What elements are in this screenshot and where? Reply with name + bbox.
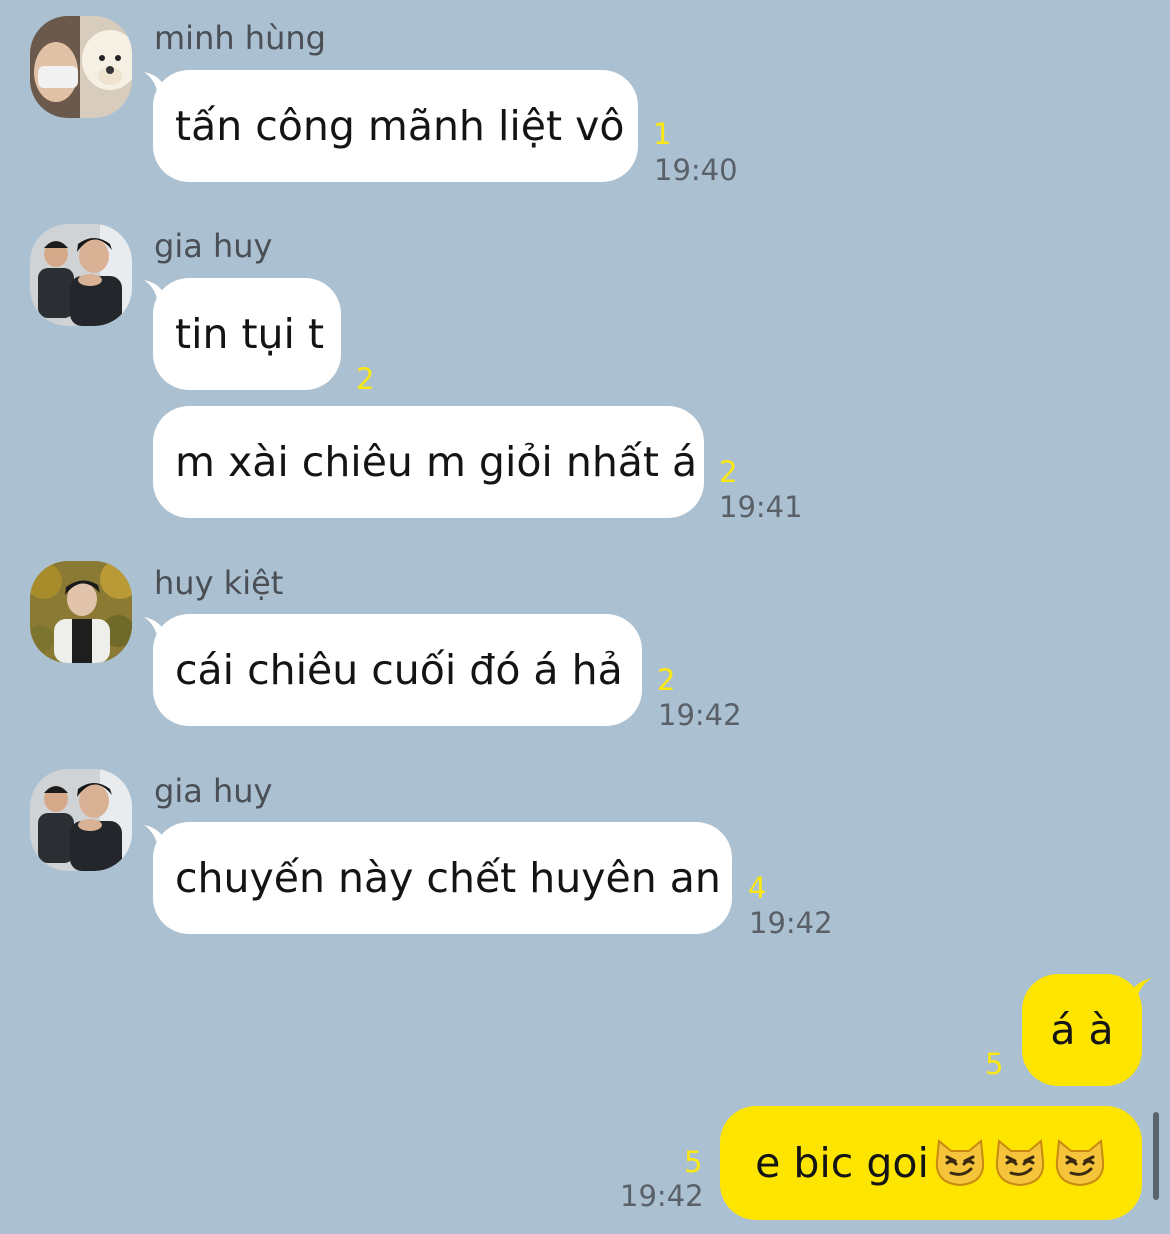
unread-count: 2 xyxy=(356,362,375,396)
avatar-photo xyxy=(30,224,132,326)
message-time: 19:40 xyxy=(654,153,738,187)
sender-name: gia huy xyxy=(154,227,273,265)
smirking-cat-face-icon xyxy=(995,1139,1044,1187)
avatar-photo xyxy=(30,16,132,118)
message-time: 19:42 xyxy=(620,1179,704,1213)
avatar[interactable] xyxy=(30,561,132,663)
avatar[interactable] xyxy=(30,16,132,118)
unread-count: 2 xyxy=(657,663,676,697)
smirking-cat-face-icon xyxy=(935,1139,984,1187)
avatar[interactable] xyxy=(30,769,132,871)
sender-name: gia huy xyxy=(154,772,273,810)
message-bubble[interactable]: m xài chiêu m giỏi nhất á xyxy=(153,406,704,518)
message-time: 19:42 xyxy=(658,698,742,732)
unread-count: 4 xyxy=(748,871,767,905)
avatar-photo xyxy=(30,561,132,663)
message-bubble[interactable]: cái chiêu cuối đó á hả xyxy=(153,614,642,726)
smirking-cat-face-icon xyxy=(1055,1139,1104,1187)
avatar[interactable] xyxy=(30,224,132,326)
unread-count: 5 xyxy=(684,1145,703,1179)
avatar-photo xyxy=(30,769,132,871)
unread-count: 5 xyxy=(985,1047,1004,1081)
message-bubble[interactable]: e bic goi xyxy=(720,1106,1142,1220)
unread-count: 1 xyxy=(653,117,672,151)
unread-count: 2 xyxy=(719,455,738,489)
message-bubble[interactable]: tấn công mãnh liệt vô xyxy=(153,70,638,182)
scrollbar[interactable] xyxy=(1153,1112,1159,1200)
message-bubble[interactable]: á à xyxy=(1022,974,1142,1086)
message-time: 19:42 xyxy=(749,906,833,940)
message-text: e bic goi xyxy=(755,1139,929,1187)
message-bubble[interactable]: tin tụi t xyxy=(153,278,341,390)
emoji-group xyxy=(933,1137,1107,1189)
sender-name: huy kiệt xyxy=(154,564,284,602)
message-time: 19:41 xyxy=(719,490,803,524)
sender-name: minh hùng xyxy=(154,19,326,57)
message-bubble[interactable]: chuyến này chết huyên an xyxy=(153,822,732,934)
